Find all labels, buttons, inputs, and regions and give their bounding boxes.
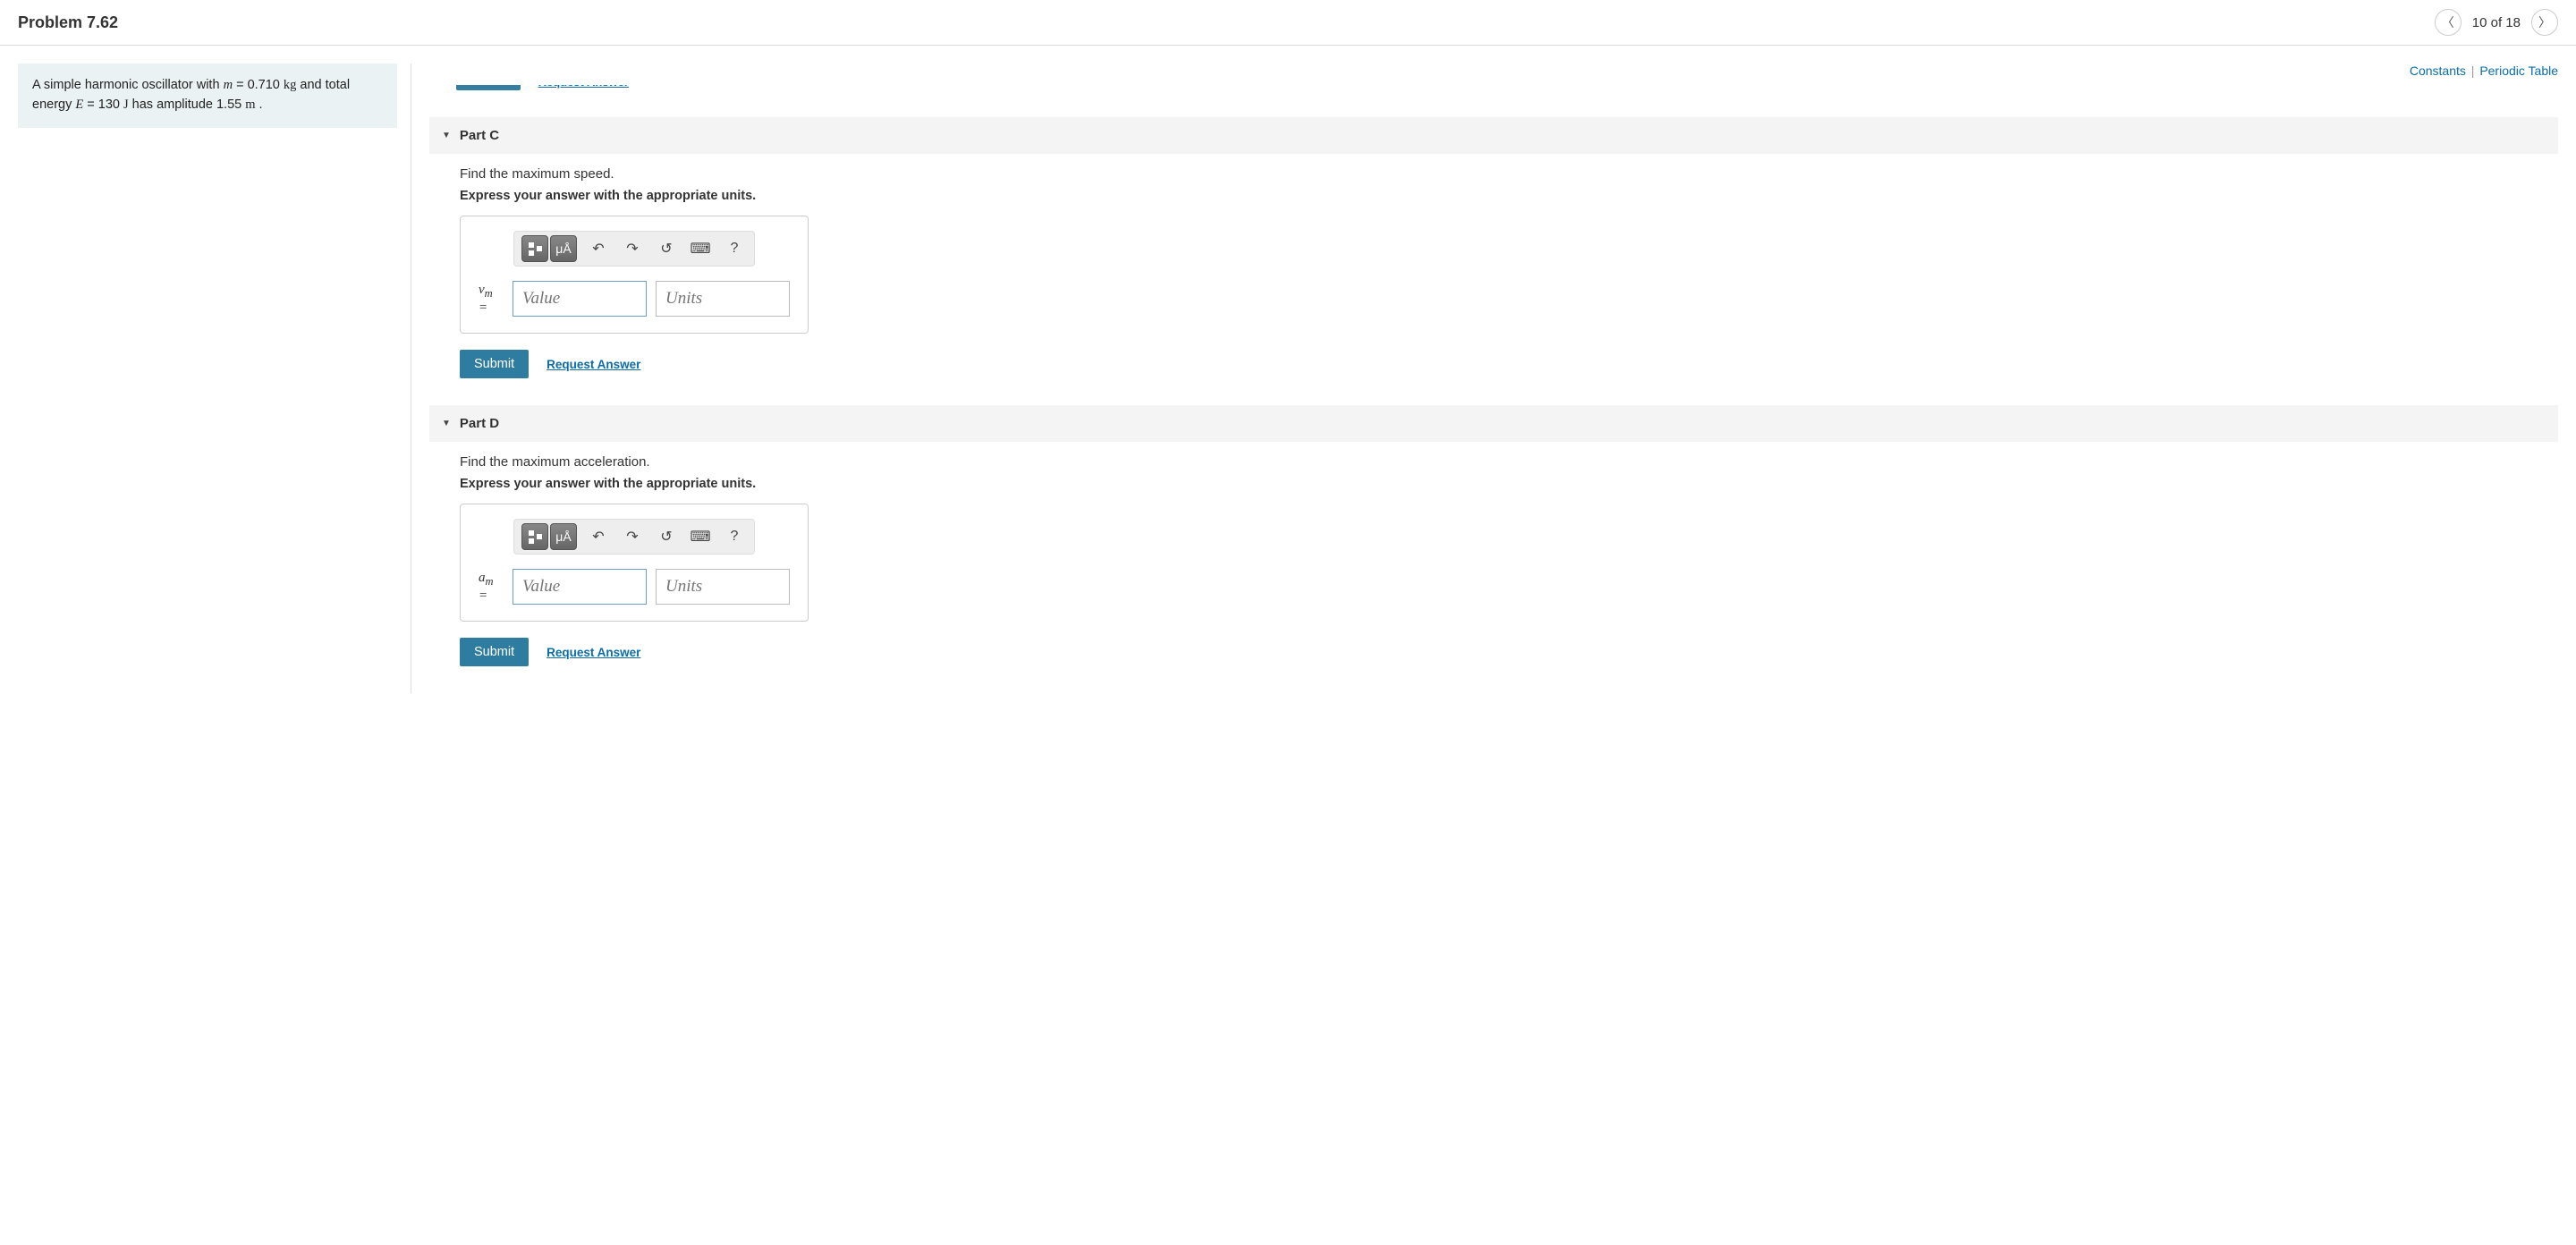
submit-button[interactable]: Submit [460, 350, 529, 378]
collapse-icon: ▼ [442, 419, 451, 428]
units-symbol-button[interactable]: μÅ [550, 523, 577, 550]
keyboard-icon: ⌨ [690, 528, 710, 546]
constants-link[interactable]: Constants [2410, 64, 2466, 78]
units-symbol-button[interactable]: μÅ [550, 235, 577, 262]
toolbar: μÅ ↶ ↷ ↺ ⌨ ? [513, 519, 755, 555]
value-input[interactable] [513, 281, 647, 317]
unit-m: m [245, 97, 255, 112]
prompt: Find the maximum acceleration. [460, 454, 2549, 470]
part-d: ▼ Part D Find the maximum acceleration. … [429, 405, 2558, 666]
reset-icon: ↺ [660, 528, 672, 546]
text: A simple harmonic oscillator with [32, 78, 224, 92]
request-answer-link[interactable]: Request Answer [547, 646, 640, 659]
fraction-template-button[interactable] [521, 523, 548, 550]
part-body: Find the maximum speed. Express your ans… [429, 154, 2558, 378]
separator: | [2471, 64, 2475, 78]
periodic-table-link[interactable]: Periodic Table [2479, 64, 2558, 78]
answer-box: μÅ ↶ ↷ ↺ ⌨ ? am = [460, 504, 809, 622]
toolbar: μÅ ↶ ↷ ↺ ⌨ ? [513, 231, 755, 267]
instruction: Express your answer with the appropriate… [460, 189, 2549, 203]
help-button[interactable]: ? [722, 524, 747, 549]
problem-title: Problem 7.62 [18, 13, 118, 32]
template-group: μÅ [521, 523, 577, 550]
page-header: Problem 7.62 〈 10 of 18 〉 [0, 0, 2576, 46]
answer-box: μÅ ↶ ↷ ↺ ⌨ ? vm = [460, 216, 809, 334]
nav-group: 〈 10 of 18 〉 [2435, 9, 2558, 36]
undo-button[interactable]: ↶ [586, 524, 611, 549]
clipped-prior-part: Submit Request Answer [456, 85, 2558, 99]
answer-label: am = [479, 571, 504, 604]
chevron-right-icon: 〉 [2538, 13, 2551, 31]
answer-row: vm = [479, 281, 790, 317]
instruction: Express your answer with the appropriate… [460, 477, 2549, 491]
prompt: Find the maximum speed. [460, 166, 2549, 182]
undo-icon: ↶ [592, 528, 604, 546]
reset-button[interactable]: ↺ [654, 524, 679, 549]
units-input[interactable] [656, 569, 790, 605]
part-title: Part D [460, 416, 499, 431]
prev-button[interactable]: 〈 [2435, 9, 2462, 36]
undo-button[interactable]: ↶ [586, 236, 611, 261]
text: . [256, 97, 263, 112]
redo-icon: ↷ [626, 240, 638, 258]
redo-icon: ↷ [626, 528, 638, 546]
left-column: A simple harmonic oscillator with m = 0.… [0, 64, 411, 693]
problem-statement: A simple harmonic oscillator with m = 0.… [18, 64, 397, 128]
request-answer-link[interactable]: Request Answer [547, 358, 640, 371]
template-group: μÅ [521, 235, 577, 262]
submit-button[interactable]: Submit [460, 638, 529, 666]
submit-button-clipped[interactable]: Submit [456, 85, 521, 90]
undo-icon: ↶ [592, 240, 604, 258]
text: = 130 [83, 97, 123, 112]
keyboard-icon: ⌨ [690, 240, 710, 258]
var-m: m [224, 78, 233, 92]
keyboard-button[interactable]: ⌨ [688, 524, 713, 549]
submit-row: Submit Request Answer [460, 350, 2549, 378]
part-title: Part C [460, 128, 499, 143]
var-e: E [75, 97, 83, 112]
collapse-icon: ▼ [442, 131, 451, 140]
submit-row: Submit Request Answer [460, 638, 2549, 666]
units-input[interactable] [656, 281, 790, 317]
unit-kg: kg [284, 78, 297, 92]
keyboard-button[interactable]: ⌨ [688, 236, 713, 261]
text: = 0.710 [233, 78, 284, 92]
part-c: ▼ Part C Find the maximum speed. Express… [429, 117, 2558, 378]
next-button[interactable]: 〉 [2531, 9, 2558, 36]
chevron-left-icon: 〈 [2442, 13, 2454, 31]
right-column: Constants | Periodic Table Submit Reques… [411, 64, 2576, 693]
value-input[interactable] [513, 569, 647, 605]
main-layout: A simple harmonic oscillator with m = 0.… [0, 46, 2576, 693]
answer-row: am = [479, 569, 790, 605]
redo-button[interactable]: ↷ [620, 524, 645, 549]
help-button[interactable]: ? [722, 236, 747, 261]
fraction-template-button[interactable] [521, 235, 548, 262]
redo-button[interactable]: ↷ [620, 236, 645, 261]
reset-button[interactable]: ↺ [654, 236, 679, 261]
request-answer-link-clipped[interactable]: Request Answer [538, 85, 629, 89]
part-header[interactable]: ▼ Part D [429, 405, 2558, 442]
answer-label: vm = [479, 283, 504, 316]
nav-counter: 10 of 18 [2472, 15, 2521, 30]
reset-icon: ↺ [660, 240, 672, 258]
part-body: Find the maximum acceleration. Express y… [429, 442, 2558, 666]
top-links: Constants | Periodic Table [429, 64, 2558, 78]
part-header[interactable]: ▼ Part C [429, 117, 2558, 154]
text: has amplitude 1.55 [129, 97, 246, 112]
